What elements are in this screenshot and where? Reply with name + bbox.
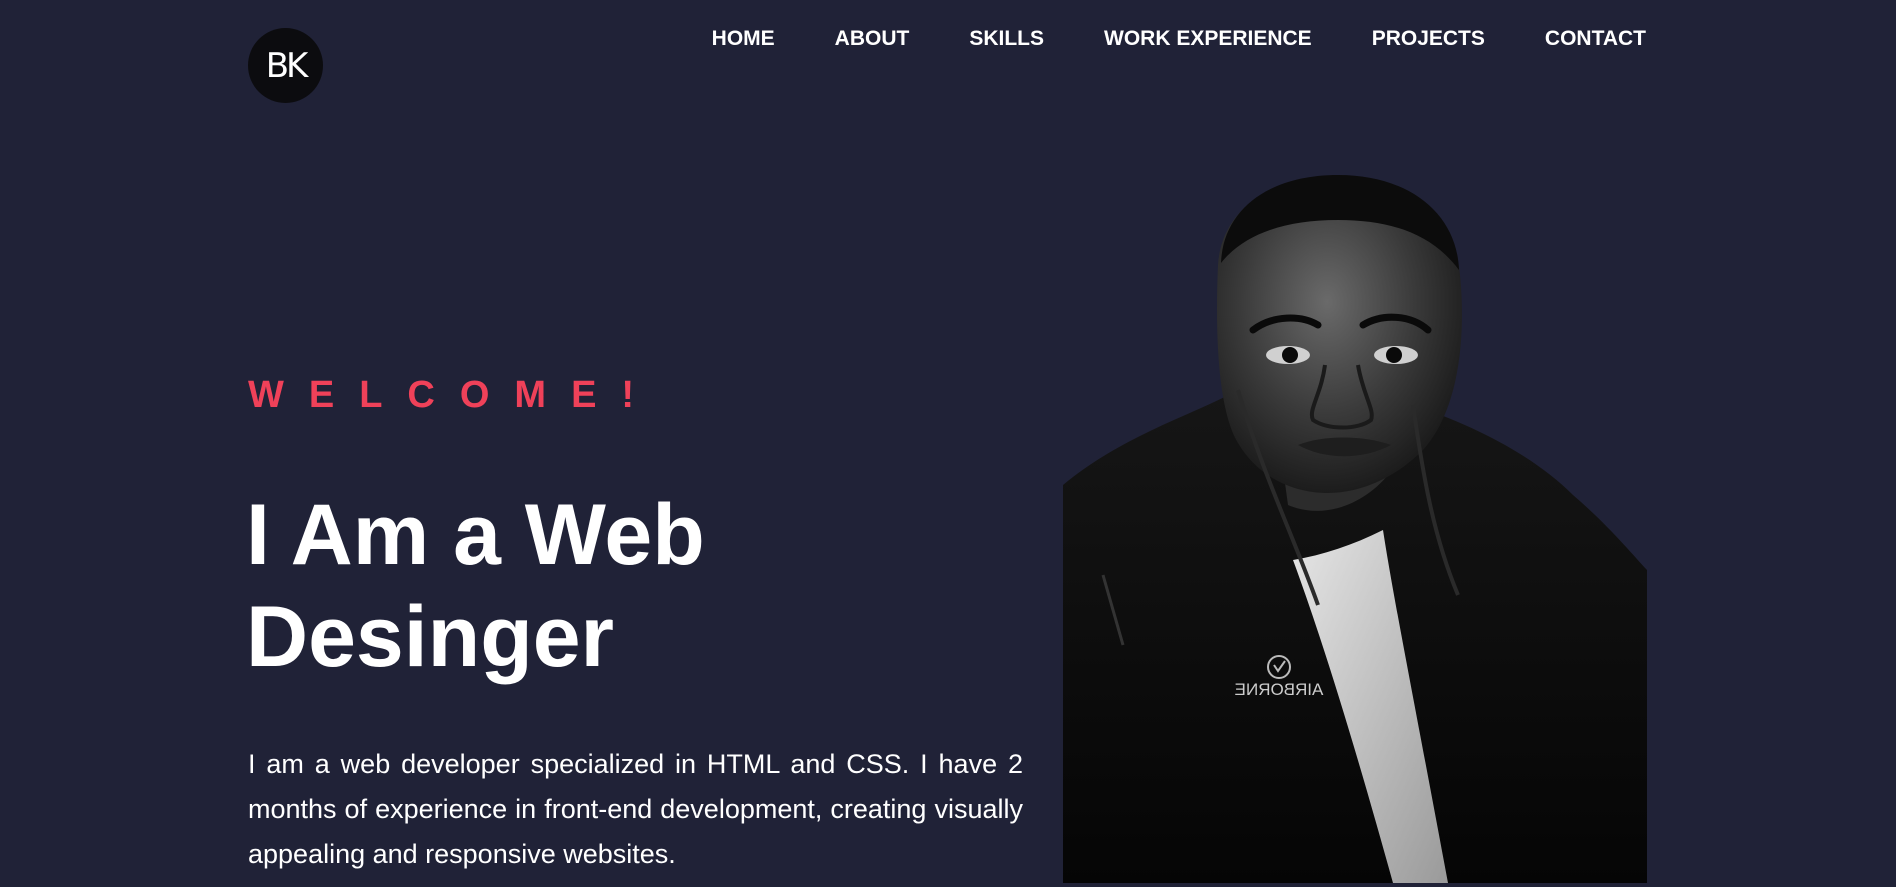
nav-home-link[interactable]: HOME <box>712 26 775 52</box>
main-nav: HOME ABOUT SKILLS WORK EXPERIENCE PROJEC… <box>712 26 1646 52</box>
nav-about-link[interactable]: ABOUT <box>835 26 910 52</box>
welcome-label: WELCOME! <box>248 374 660 416</box>
site-logo[interactable]: BK <box>248 28 323 103</box>
hero-intro-text: I am a web developer specialized in HTML… <box>248 749 1023 869</box>
profile-photo: AIRBORNE <box>1063 175 1647 883</box>
page: BK HOME ABOUT SKILLS WORK EXPERIENCE PRO… <box>0 0 1896 887</box>
nav-work-experience-link[interactable]: WORK EXPERIENCE <box>1104 26 1312 52</box>
hero-headline: I Am a Web Desinger <box>246 487 705 685</box>
nav-contact-link[interactable]: CONTACT <box>1545 26 1646 52</box>
nav-projects-link[interactable]: PROJECTS <box>1372 26 1485 52</box>
jacket-text: AIRBORNE <box>1235 680 1324 699</box>
nav-skills-link[interactable]: SKILLS <box>969 26 1044 52</box>
logo-text: BK <box>265 45 309 86</box>
